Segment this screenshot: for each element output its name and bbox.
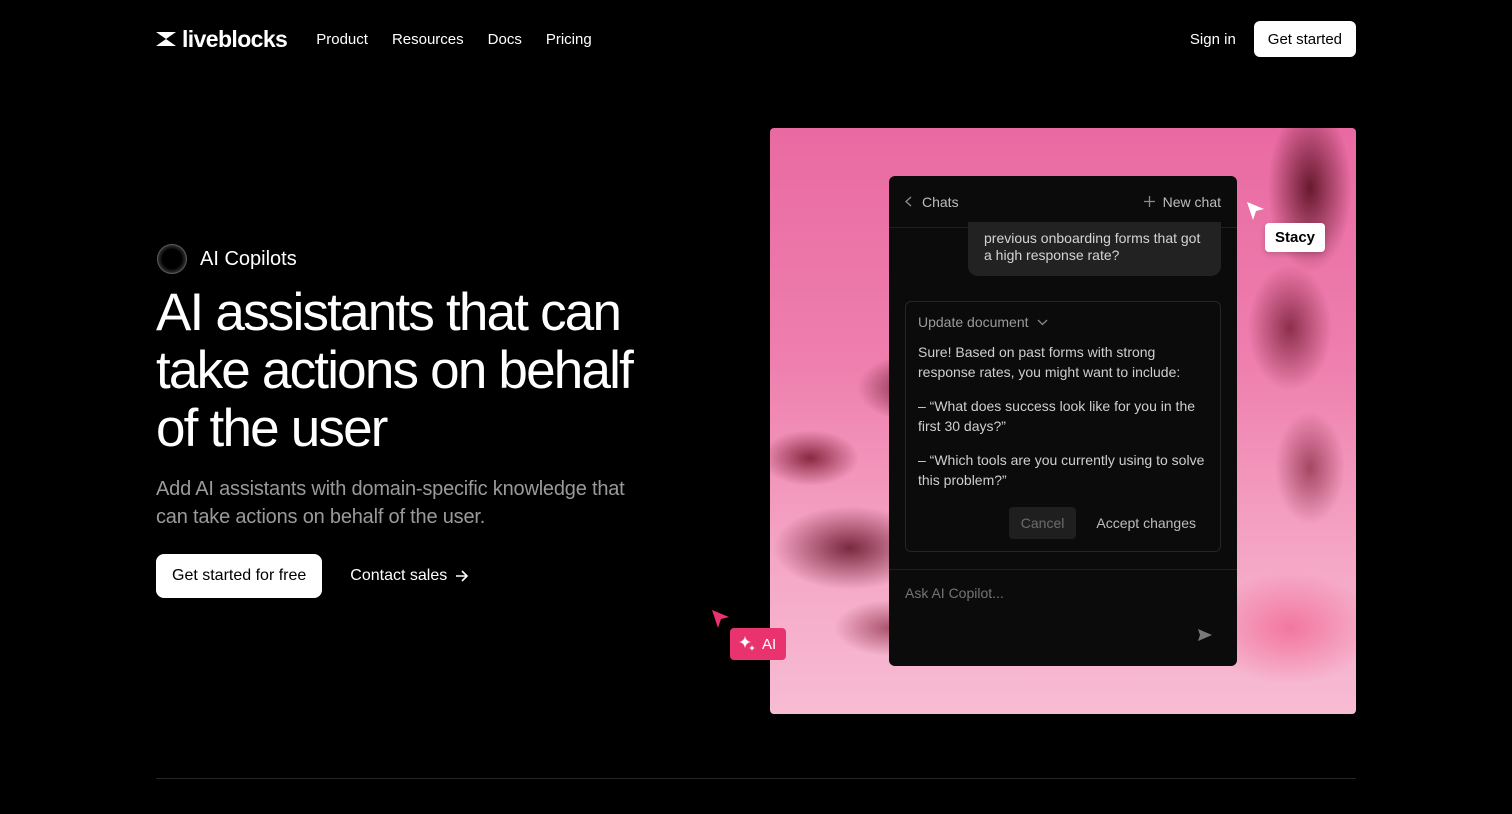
- assistant-paragraph: – “What does success look like for you i…: [918, 398, 1196, 434]
- chevron-down-icon: [1037, 319, 1047, 325]
- assistant-message: Sure! Based on past forms with strong re…: [918, 342, 1208, 490]
- chats-label: Chats: [922, 193, 959, 210]
- contact-sales-label: Contact sales: [350, 567, 448, 584]
- cta-row: Get started for free Contact sales: [156, 554, 469, 598]
- get-started-free-button[interactable]: Get started for free: [156, 554, 323, 598]
- new-chat-label: New chat: [1162, 193, 1221, 210]
- hero-subhead: Add AI assistants with domain-specific k…: [156, 478, 625, 528]
- nav-actions: Sign in Get started: [1190, 21, 1356, 57]
- nav-link-resources[interactable]: Resources: [392, 31, 464, 48]
- new-chat-button[interactable]: New chat: [1143, 193, 1221, 210]
- nav-link-product[interactable]: Product: [316, 31, 368, 48]
- tool-title[interactable]: Update document: [918, 314, 1208, 330]
- ai-cursor-icon: [712, 610, 729, 628]
- section-divider: [156, 778, 1356, 779]
- tool-actions: Cancel Accept changes: [1008, 507, 1208, 539]
- arrow-right-icon: [456, 570, 469, 582]
- assistant-paragraph: Sure! Based on past forms with strong re…: [918, 344, 1181, 380]
- nav-link-docs[interactable]: Docs: [488, 31, 522, 48]
- get-started-button[interactable]: Get started: [1253, 21, 1356, 57]
- ask-copilot-input[interactable]: [905, 585, 1185, 601]
- logo[interactable]: liveblocks: [156, 25, 288, 53]
- ai-chat-panel: Chats New chat previous onboarding forms…: [889, 176, 1237, 666]
- orb-icon: [157, 244, 187, 274]
- accept-changes-button[interactable]: Accept changes: [1084, 507, 1208, 539]
- stacy-cursor-icon: [1247, 202, 1264, 220]
- nav-link-pricing[interactable]: Pricing: [546, 31, 592, 48]
- ai-label-text: AI: [762, 635, 777, 653]
- logo-mark-icon: [156, 32, 176, 46]
- sparkle-icon: [739, 636, 755, 651]
- chat-header: Chats New chat: [889, 176, 1237, 228]
- cancel-button[interactable]: Cancel: [1008, 507, 1077, 539]
- user-message: previous onboarding forms that got a hig…: [968, 222, 1221, 276]
- contact-sales-link[interactable]: Contact sales: [350, 567, 469, 585]
- badge-label: AI Copilots: [200, 247, 297, 270]
- stacy-cursor-label: Stacy: [1265, 223, 1326, 252]
- sign-in-link[interactable]: Sign in: [1190, 31, 1236, 48]
- chat-composer: [889, 569, 1237, 666]
- top-nav: liveblocks Product Resources Docs Pricin…: [156, 20, 1356, 58]
- assistant-paragraph: – “Which tools are you currently using t…: [918, 452, 1205, 488]
- nav-links: Product Resources Docs Pricing: [316, 31, 591, 48]
- send-icon[interactable]: [1197, 628, 1213, 642]
- tool-title-label: Update document: [918, 314, 1029, 330]
- plus-icon: [1143, 196, 1155, 207]
- chevron-left-icon: [905, 196, 912, 207]
- hero-headline: AI assistants that can take actions on b…: [156, 283, 634, 458]
- update-document-card: Update document Sure! Based on past form…: [905, 301, 1221, 552]
- product-badge: AI Copilots: [157, 244, 297, 274]
- logo-text: liveblocks: [182, 25, 288, 52]
- chats-back-button[interactable]: Chats: [905, 194, 959, 210]
- ai-cursor-label: AI: [730, 628, 787, 660]
